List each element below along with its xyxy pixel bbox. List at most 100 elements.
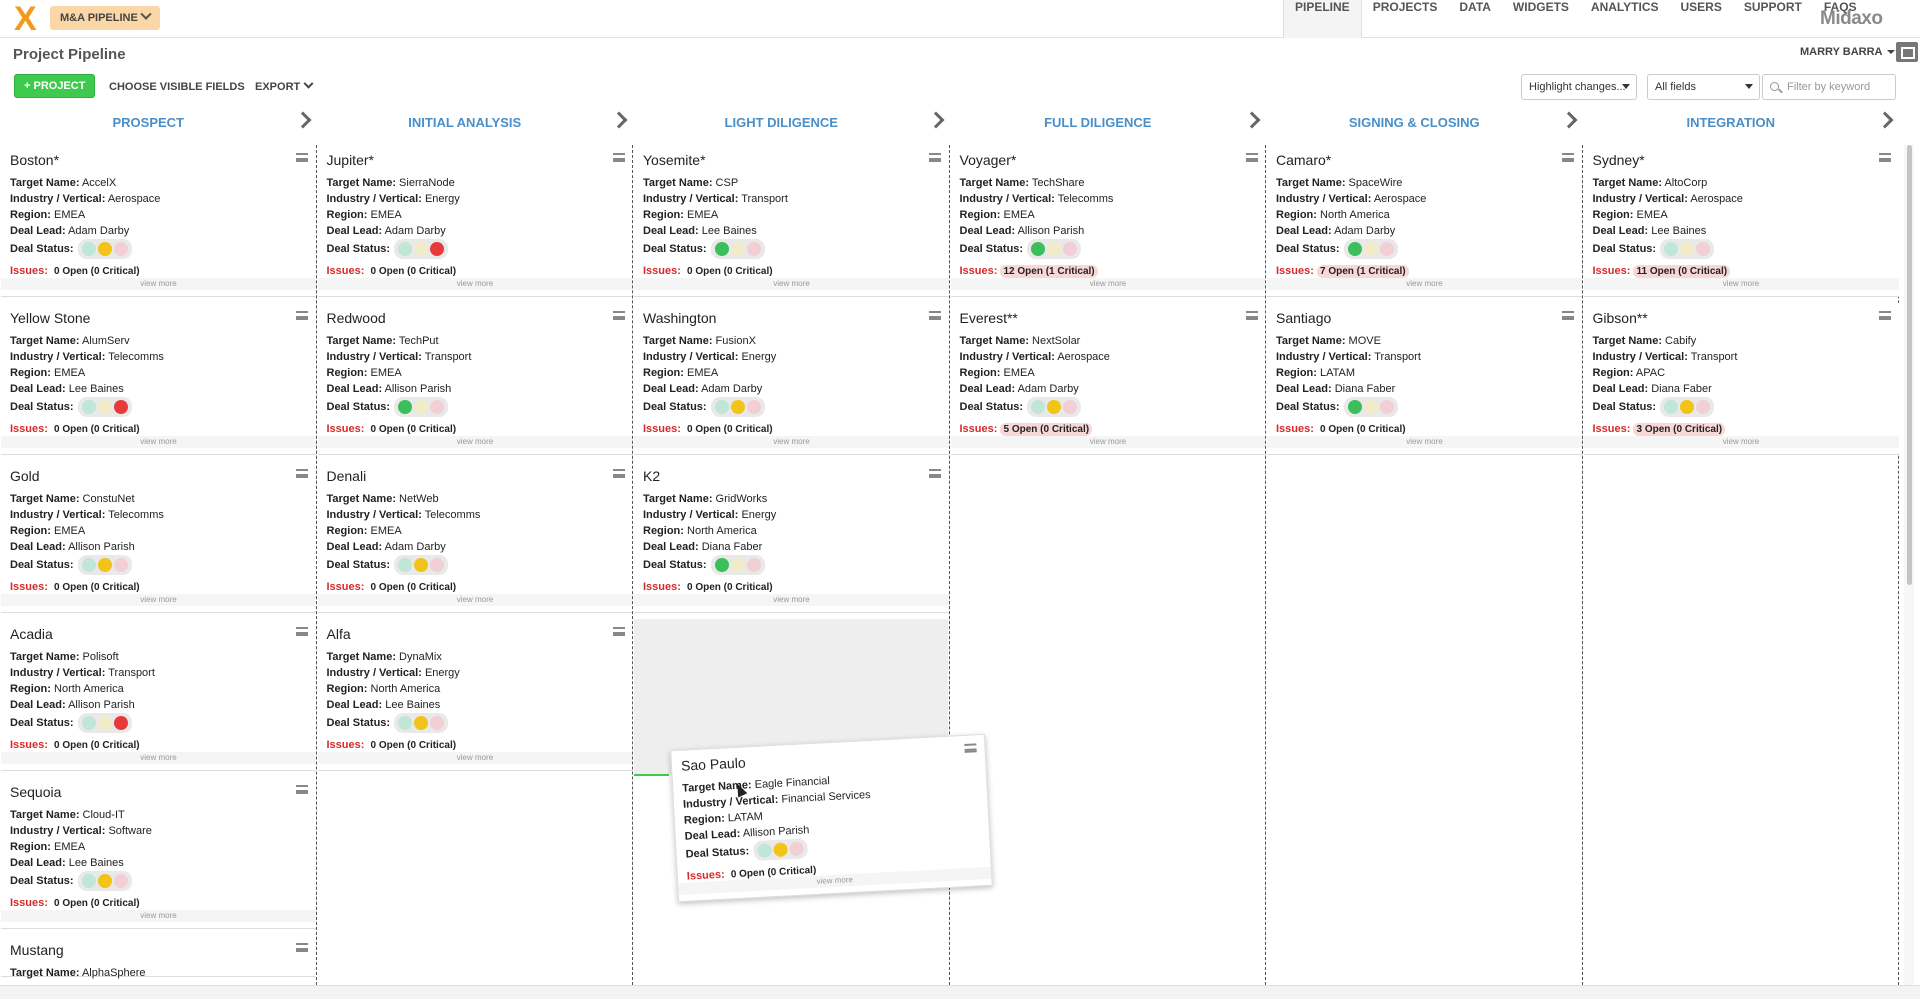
project-name[interactable]: Boston* [10, 152, 59, 168]
nav-data[interactable]: DATA [1448, 0, 1502, 38]
project-name[interactable]: Acadia [10, 626, 53, 642]
project-name[interactable]: K2 [643, 468, 660, 484]
card-menu-icon[interactable] [1562, 153, 1574, 162]
view-more-link[interactable]: view more [317, 278, 633, 290]
view-more-link[interactable]: view more [1, 436, 316, 448]
card-menu-icon[interactable] [1245, 153, 1258, 162]
export-button[interactable]: EXPORT [247, 74, 320, 100]
stage-header[interactable]: INTEGRATION [1583, 110, 1880, 136]
project-card[interactable]: Denali Target Name: NetWeb Industry / Vert… [317, 461, 633, 613]
project-card[interactable]: Mustang Target Name: AlphaSphere [1, 935, 316, 979]
project-name[interactable]: Everest** [960, 310, 1018, 326]
view-more-link[interactable]: view more [1583, 278, 1899, 290]
project-name[interactable]: Sao Paulo [681, 754, 746, 773]
fields-select[interactable]: All fields [1647, 74, 1760, 100]
user-menu[interactable]: MARRY BARRA [1800, 46, 1895, 58]
project-card[interactable]: Voyager* Target Name: TechShare Industry /… [950, 145, 1266, 297]
nav-support[interactable]: SUPPORT [1733, 0, 1813, 38]
app-logo[interactable]: X [14, 2, 37, 36]
project-name[interactable]: Sydney* [1593, 152, 1645, 168]
nav-users[interactable]: USERS [1670, 0, 1733, 38]
dragging-project-card[interactable]: Sao Paulo Target Name: Eagle Financial Ind… [670, 733, 993, 903]
project-name[interactable]: Voyager* [960, 152, 1017, 168]
project-card[interactable]: Yosemite* Target Name: CSP Industry / Vert… [634, 145, 949, 297]
view-more-link[interactable]: view more [1, 594, 316, 606]
view-more-link[interactable]: view more [1267, 278, 1582, 290]
card-menu-icon[interactable] [612, 311, 625, 320]
card-menu-icon[interactable] [296, 469, 308, 478]
card-menu-icon[interactable] [929, 153, 941, 162]
project-card[interactable]: Boston* Target Name: AccelX Industry / Ver… [1, 145, 316, 297]
stage-header[interactable]: FULL DILIGENCE [950, 110, 1247, 136]
card-menu-icon[interactable] [296, 785, 308, 794]
project-card[interactable]: Sydney* Target Name: AltoCorp Industry / V… [1583, 145, 1899, 297]
view-more-link[interactable]: view more [1, 910, 316, 922]
project-name[interactable]: Mustang [10, 942, 64, 958]
view-more-link[interactable]: view more [317, 436, 633, 448]
project-card[interactable]: Acadia Target Name: Polisoft Industry / Ve… [1, 619, 316, 771]
project-card[interactable]: Santiago Target Name: MOVE Industry / Vert… [1267, 303, 1582, 455]
project-name[interactable]: Gibson** [1593, 310, 1648, 326]
project-card[interactable]: Gibson** Target Name: Cabify Industry / Ve… [1583, 303, 1899, 455]
card-menu-icon[interactable] [929, 469, 941, 478]
view-more-link[interactable]: view more [634, 594, 949, 606]
card-menu-icon[interactable] [929, 311, 941, 320]
filter-keyword-input[interactable]: Filter by keyword [1762, 74, 1896, 100]
stage-header[interactable]: PROSPECT [0, 110, 297, 136]
view-more-link[interactable]: view more [1267, 436, 1582, 448]
nav-widgets[interactable]: WIDGETS [1502, 0, 1580, 38]
choose-visible-fields-button[interactable]: CHOOSE VISIBLE FIELDS [101, 74, 253, 100]
project-name[interactable]: Redwood [327, 310, 386, 326]
view-more-link[interactable]: view more [634, 436, 949, 448]
project-card[interactable]: Jupiter* Target Name: SierraNode Industry … [317, 145, 633, 297]
nav-projects[interactable]: PROJECTS [1362, 0, 1449, 38]
project-card[interactable]: K2 Target Name: GridWorks Industry / Verti… [634, 461, 949, 613]
project-name[interactable]: Yellow Stone [10, 310, 90, 326]
horizontal-scrollbar[interactable] [0, 985, 1920, 999]
nav-pipeline[interactable]: PIPELINE [1283, 0, 1362, 38]
view-more-link[interactable]: view more [317, 594, 633, 606]
project-card[interactable]: Sequoia Target Name: Cloud-IT Industry / V… [1, 777, 316, 929]
project-card[interactable]: Everest** Target Name: NextSolar Industry … [950, 303, 1266, 455]
view-more-link[interactable]: view more [1, 278, 316, 290]
card-menu-icon[interactable] [612, 469, 625, 478]
stage-header[interactable]: SIGNING & CLOSING [1266, 110, 1563, 136]
card-menu-icon[interactable] [1245, 311, 1258, 320]
add-project-button[interactable]: + PROJECT [14, 74, 96, 98]
card-menu-icon[interactable] [296, 311, 308, 320]
card-menu-icon[interactable] [612, 153, 625, 162]
project-card[interactable]: Gold Target Name: ConstuNet Industry / Ver… [1, 461, 316, 613]
project-name[interactable]: Yosemite* [643, 152, 706, 168]
view-more-link[interactable]: view more [1, 752, 316, 764]
card-menu-icon[interactable] [1878, 153, 1891, 162]
view-more-link[interactable]: view more [634, 278, 949, 290]
project-name[interactable]: Santiago [1276, 310, 1331, 326]
project-name[interactable]: Washington [643, 310, 716, 326]
card-menu-icon[interactable] [1562, 311, 1574, 320]
card-menu-icon[interactable] [1878, 311, 1891, 320]
project-name[interactable]: Jupiter* [327, 152, 374, 168]
card-menu-icon[interactable] [296, 943, 308, 952]
stage-header[interactable]: LIGHT DILIGENCE [633, 110, 930, 136]
project-name[interactable]: Denali [327, 468, 367, 484]
project-name[interactable]: Sequoia [10, 784, 61, 800]
card-menu-icon[interactable] [296, 153, 308, 162]
fullscreen-icon[interactable] [1896, 42, 1918, 62]
view-more-link[interactable]: view more [950, 278, 1266, 290]
project-card[interactable]: Washington Target Name: FusionX Industry /… [634, 303, 949, 455]
view-more-link[interactable]: view more [317, 752, 633, 764]
project-name[interactable]: Camaro* [1276, 152, 1331, 168]
pipeline-selector[interactable]: M&A PIPELINE [50, 6, 160, 30]
card-menu-icon[interactable] [964, 743, 977, 753]
card-menu-icon[interactable] [612, 627, 625, 636]
project-card[interactable]: Yellow Stone Target Name: AlumServ Industr… [1, 303, 316, 455]
project-card[interactable]: Camaro* Target Name: SpaceWire Industry / … [1267, 145, 1582, 297]
card-menu-icon[interactable] [296, 627, 308, 636]
highlight-changes-select[interactable]: Highlight changes... [1521, 74, 1637, 100]
view-more-link[interactable]: view more [1583, 436, 1899, 448]
nav-analytics[interactable]: ANALYTICS [1580, 0, 1670, 38]
scrollbar-thumb[interactable] [1907, 145, 1912, 585]
stage-header[interactable]: INITIAL ANALYSIS [317, 110, 614, 136]
project-card[interactable]: Redwood Target Name: TechPut Industry / Ve… [317, 303, 633, 455]
project-name[interactable]: Gold [10, 468, 40, 484]
